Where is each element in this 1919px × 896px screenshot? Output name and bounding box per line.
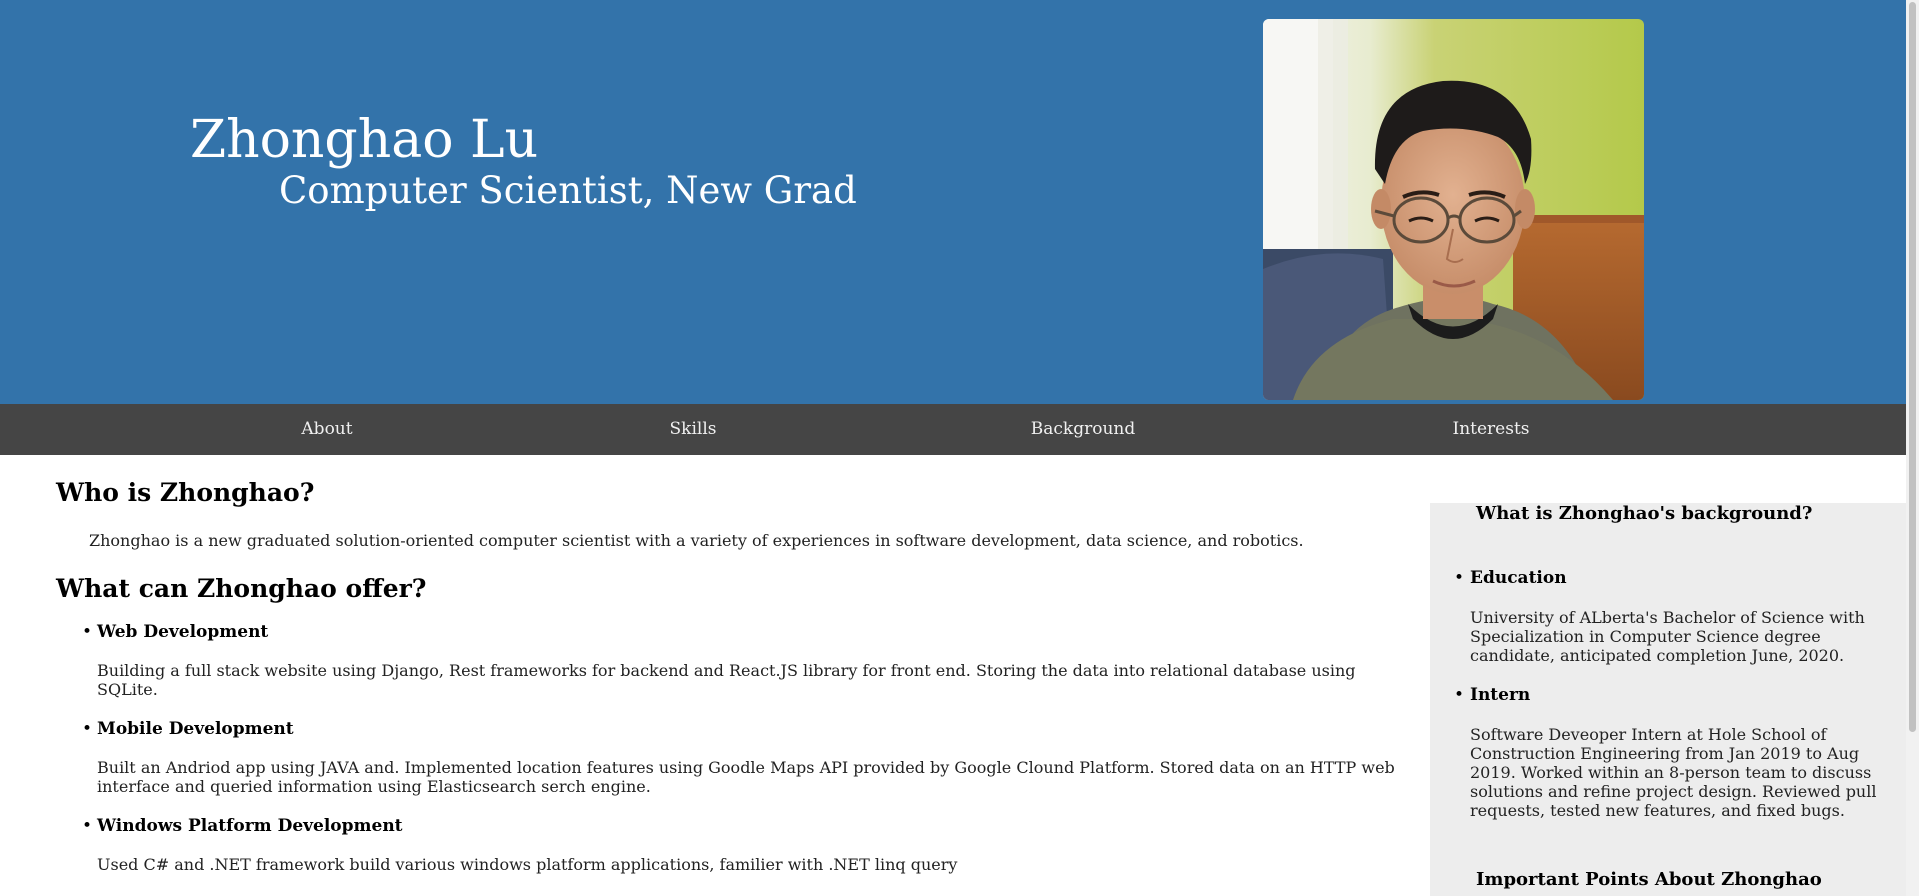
- bullet: •: [82, 719, 93, 739]
- offer-desc: Building a full stack website using Djan…: [97, 661, 1356, 699]
- background-title: Education: [1470, 568, 1567, 588]
- bullet: •: [82, 816, 93, 836]
- about-text: Zhonghao is a new graduated solution-ori…: [89, 531, 1304, 550]
- bullet: •: [1454, 568, 1465, 588]
- profile-photo-image: [1263, 19, 1644, 400]
- nav-bar: About Skills Background Interests: [0, 404, 1906, 455]
- main-content: Who is Zhonghao? Zhonghao is a new gradu…: [0, 455, 1430, 896]
- offer-title: Mobile Development: [97, 719, 294, 739]
- page-scrollbar[interactable]: [1906, 0, 1919, 896]
- list-item: • Intern Software Deveoper Intern at Hol…: [1430, 684, 1900, 820]
- profile-photo: [1263, 19, 1644, 400]
- list-item: • Web Development Building a full stack …: [56, 621, 1406, 699]
- page: Zhonghao Lu Computer Scientist, New Grad: [0, 0, 1906, 896]
- offer-title: Web Development: [97, 622, 269, 642]
- about-heading: Who is Zhonghao?: [56, 478, 315, 507]
- background-list: • Education University of ALberta's Bach…: [1430, 567, 1900, 820]
- nav-item-about[interactable]: About: [301, 404, 352, 455]
- nav-item-background[interactable]: Background: [1031, 404, 1135, 455]
- profile-tagline: Computer Scientist, New Grad: [279, 169, 857, 212]
- profile-name: Zhonghao Lu: [190, 110, 539, 170]
- points-heading: Important Points About Zhonghao: [1476, 869, 1822, 890]
- background-title: Intern: [1470, 685, 1531, 705]
- scrollbar-thumb[interactable]: [1909, 2, 1916, 732]
- bullet: •: [82, 622, 93, 642]
- list-item: • Education University of ALberta's Bach…: [1430, 567, 1900, 665]
- background-heading: What is Zhonghao's background?: [1476, 503, 1813, 524]
- header: Zhonghao Lu Computer Scientist, New Grad: [0, 0, 1906, 404]
- offer-title: Windows Platform Development: [97, 816, 403, 836]
- offer-heading: What can Zhonghao offer?: [56, 574, 427, 603]
- sidebar: What is Zhonghao's background? • Educati…: [1430, 503, 1906, 896]
- bullet: •: [1454, 685, 1465, 705]
- offer-desc: Used C# and .NET framework build various…: [97, 855, 958, 874]
- list-item: • Windows Platform Development Used C# a…: [56, 815, 1406, 874]
- offer-list: • Web Development Building a full stack …: [56, 621, 1406, 874]
- nav-item-skills[interactable]: Skills: [670, 404, 717, 455]
- list-item: • Mobile Development Built an Andriod ap…: [56, 718, 1406, 796]
- background-desc: Software Deveoper Intern at Hole School …: [1470, 725, 1877, 820]
- offer-desc: Built an Andriod app using JAVA and. Imp…: [97, 758, 1395, 796]
- background-desc: University of ALberta's Bachelor of Scie…: [1470, 608, 1865, 665]
- nav-item-interests[interactable]: Interests: [1452, 404, 1529, 455]
